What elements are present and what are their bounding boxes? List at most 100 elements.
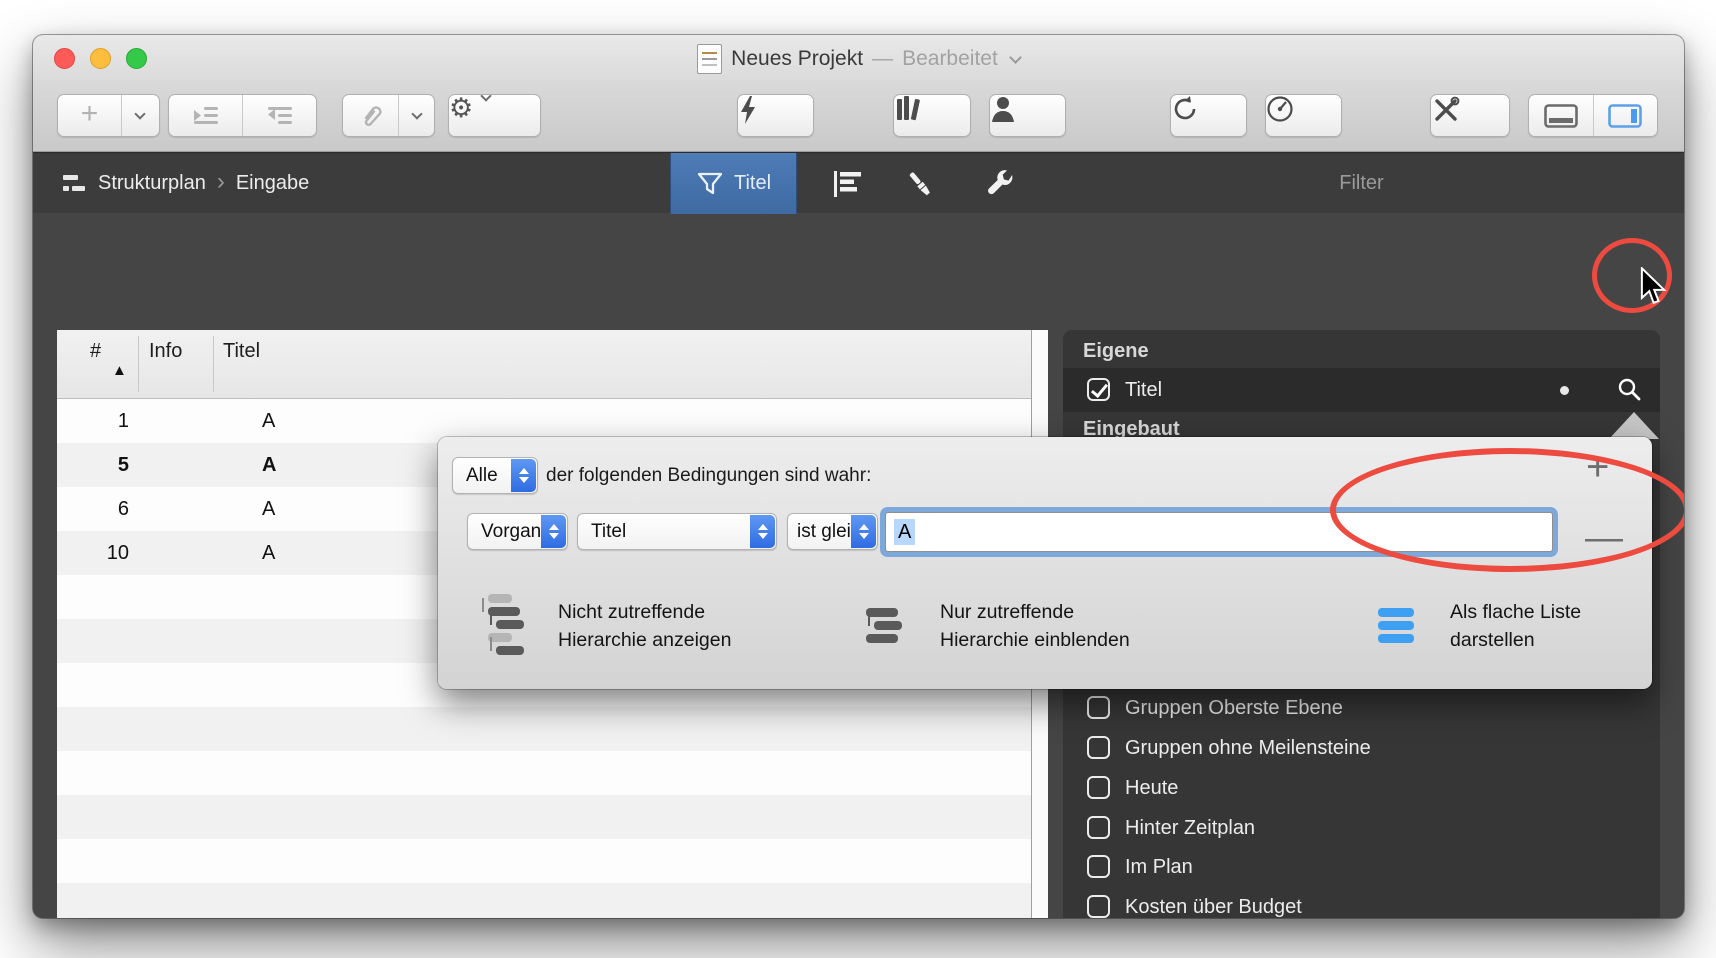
quantifier-value: Alle: [466, 465, 498, 487]
column-header-number[interactable]: #: [90, 340, 101, 363]
attach-button[interactable]: [343, 95, 398, 136]
indent-group: [168, 94, 317, 137]
attach-menu-button[interactable]: [398, 95, 434, 136]
outline-view-button[interactable]: [819, 153, 877, 214]
gear-icon: ⚙: [449, 95, 473, 136]
library-button[interactable]: [893, 94, 971, 137]
keypath-popup[interactable]: Titel: [577, 513, 777, 550]
view-filter-bar: Strukturplan › Eingabe Titel Filter: [33, 152, 1684, 213]
search-icon[interactable]: [1616, 376, 1644, 404]
filter-item-label[interactable]: Im Plan: [1125, 853, 1193, 881]
hierarchy-mixed-icon: [478, 594, 536, 658]
breadcrumb-item-eingabe[interactable]: Eingabe: [236, 172, 309, 195]
attach-group: [342, 94, 435, 137]
mouse-cursor: [1638, 267, 1668, 309]
row-number: 5: [57, 443, 129, 487]
filter-checkbox[interactable]: [1087, 895, 1110, 918]
add-menu-button[interactable]: [121, 95, 159, 136]
window-title: Neues Projekt: [731, 47, 863, 71]
actions-button[interactable]: ⚙: [448, 94, 541, 137]
window-title-status[interactable]: Bearbeitet: [902, 47, 998, 71]
style-brush-button[interactable]: [891, 153, 949, 214]
window-title-dash: —: [872, 47, 893, 71]
layout-right-panel-button[interactable]: [1593, 95, 1658, 136]
outline-list-icon: [833, 170, 863, 198]
subject-popup[interactable]: Vorgang: [467, 513, 568, 550]
column-header-titel[interactable]: Titel: [223, 340, 260, 363]
option-show-matching-hierarchy[interactable]: Nur zutreffende Hierarchie einblenden: [860, 594, 1130, 658]
panel-title: Filter: [1063, 153, 1660, 214]
row-number: 1: [57, 399, 129, 443]
wbs-outline-icon: [63, 173, 87, 195]
library-books-icon: [894, 95, 922, 123]
filter-checkbox[interactable]: [1087, 736, 1110, 759]
person-icon: [990, 95, 1016, 123]
content-area: Strukturplan › Eingabe Titel Filter #: [33, 152, 1684, 918]
row-title: A: [262, 487, 275, 531]
outdent-icon: [266, 106, 294, 126]
column-divider[interactable]: [138, 336, 139, 392]
row-number: 6: [57, 487, 129, 531]
condition-statement: der folgenden Bedingungen sind wahr:: [546, 457, 871, 494]
filter-checkbox[interactable]: [1087, 855, 1110, 878]
net-speed-button[interactable]: [1265, 94, 1342, 137]
condition-value-text: A: [894, 519, 915, 545]
filter-item-label[interactable]: Kosten über Budget: [1125, 893, 1302, 918]
active-filter-button[interactable]: Titel: [670, 153, 797, 214]
filter-item-label[interactable]: Gruppen ohne Meilensteine: [1125, 734, 1371, 762]
indent-button[interactable]: [169, 95, 242, 136]
layout-bottom-panel-button[interactable]: [1529, 95, 1593, 136]
operator-popup[interactable]: ist gleich: [787, 513, 878, 550]
tools-icon: [1431, 95, 1461, 125]
popover-tail: [1609, 412, 1659, 439]
filter-checkbox[interactable]: [1087, 696, 1110, 719]
activity-button[interactable]: [737, 94, 814, 137]
quantifier-popup[interactable]: Alle: [452, 457, 538, 494]
popup-arrows-icon: [541, 515, 566, 548]
settings-wrench-button[interactable]: [971, 153, 1029, 214]
column-header-info[interactable]: Info: [149, 340, 182, 363]
window-title-group: Neues Projekt — Bearbeitet: [33, 35, 1684, 82]
filter-checkbox[interactable]: [1087, 816, 1110, 839]
option-show-nonmatching-hierarchy[interactable]: Nicht zutreffende Hierarchie anzeigen: [478, 594, 731, 658]
titel-checkbox[interactable]: [1087, 378, 1110, 401]
row-title: A: [262, 531, 275, 575]
right-panel-icon: [1608, 104, 1642, 128]
option-label: Nicht zutreffende Hierarchie anzeigen: [558, 594, 731, 658]
filter-item-label[interactable]: Gruppen Oberste Ebene: [1125, 694, 1343, 722]
chevron-down-icon: [135, 108, 146, 119]
section-heading-eigene: Eigene: [1083, 340, 1149, 363]
popup-arrows-icon: [851, 515, 876, 548]
chevron-down-icon: [481, 94, 492, 102]
active-dot: [1560, 386, 1569, 395]
sort-ascending-icon[interactable]: ▲: [112, 362, 127, 379]
breadcrumb: Strukturplan › Eingabe: [63, 153, 309, 214]
bottom-panel-icon: [1544, 104, 1578, 128]
option-label: Als flache Liste darstellen: [1450, 594, 1581, 658]
resources-button[interactable]: [989, 94, 1066, 137]
filter-row-titel[interactable]: Titel: [1063, 368, 1660, 412]
tools-button[interactable]: [1430, 94, 1510, 137]
keypath-value: Titel: [591, 521, 626, 543]
add-button[interactable]: +: [58, 95, 121, 136]
breadcrumb-item-strukturplan[interactable]: Strukturplan: [98, 172, 206, 195]
breadcrumb-separator: ›: [217, 168, 225, 196]
plus-icon: +: [81, 97, 99, 131]
sync-button[interactable]: [1170, 94, 1247, 137]
filter-item-label: Titel: [1125, 376, 1162, 404]
column-divider[interactable]: [213, 336, 214, 392]
title-chevron-down-icon[interactable]: [1009, 51, 1022, 64]
table-header: # ▲ Info Titel: [57, 330, 1048, 399]
speedometer-icon: [1266, 95, 1294, 123]
app-window: Neues Projekt — Bearbeitet + ⚙: [33, 35, 1684, 918]
lightning-icon: [738, 95, 758, 125]
outdent-button[interactable]: [242, 95, 316, 136]
annotation-ellipse-flat-list: [1330, 448, 1684, 572]
sync-icon: [1171, 95, 1199, 123]
flat-list-option[interactable]: Als flache Liste darstellen: [1370, 594, 1581, 658]
filter-item-label[interactable]: Hinter Zeitplan: [1125, 814, 1255, 842]
filter-item-label[interactable]: Heute: [1125, 774, 1178, 802]
flat-list-icon: [1370, 594, 1428, 658]
document-icon: [697, 44, 722, 74]
filter-checkbox[interactable]: [1087, 776, 1110, 799]
